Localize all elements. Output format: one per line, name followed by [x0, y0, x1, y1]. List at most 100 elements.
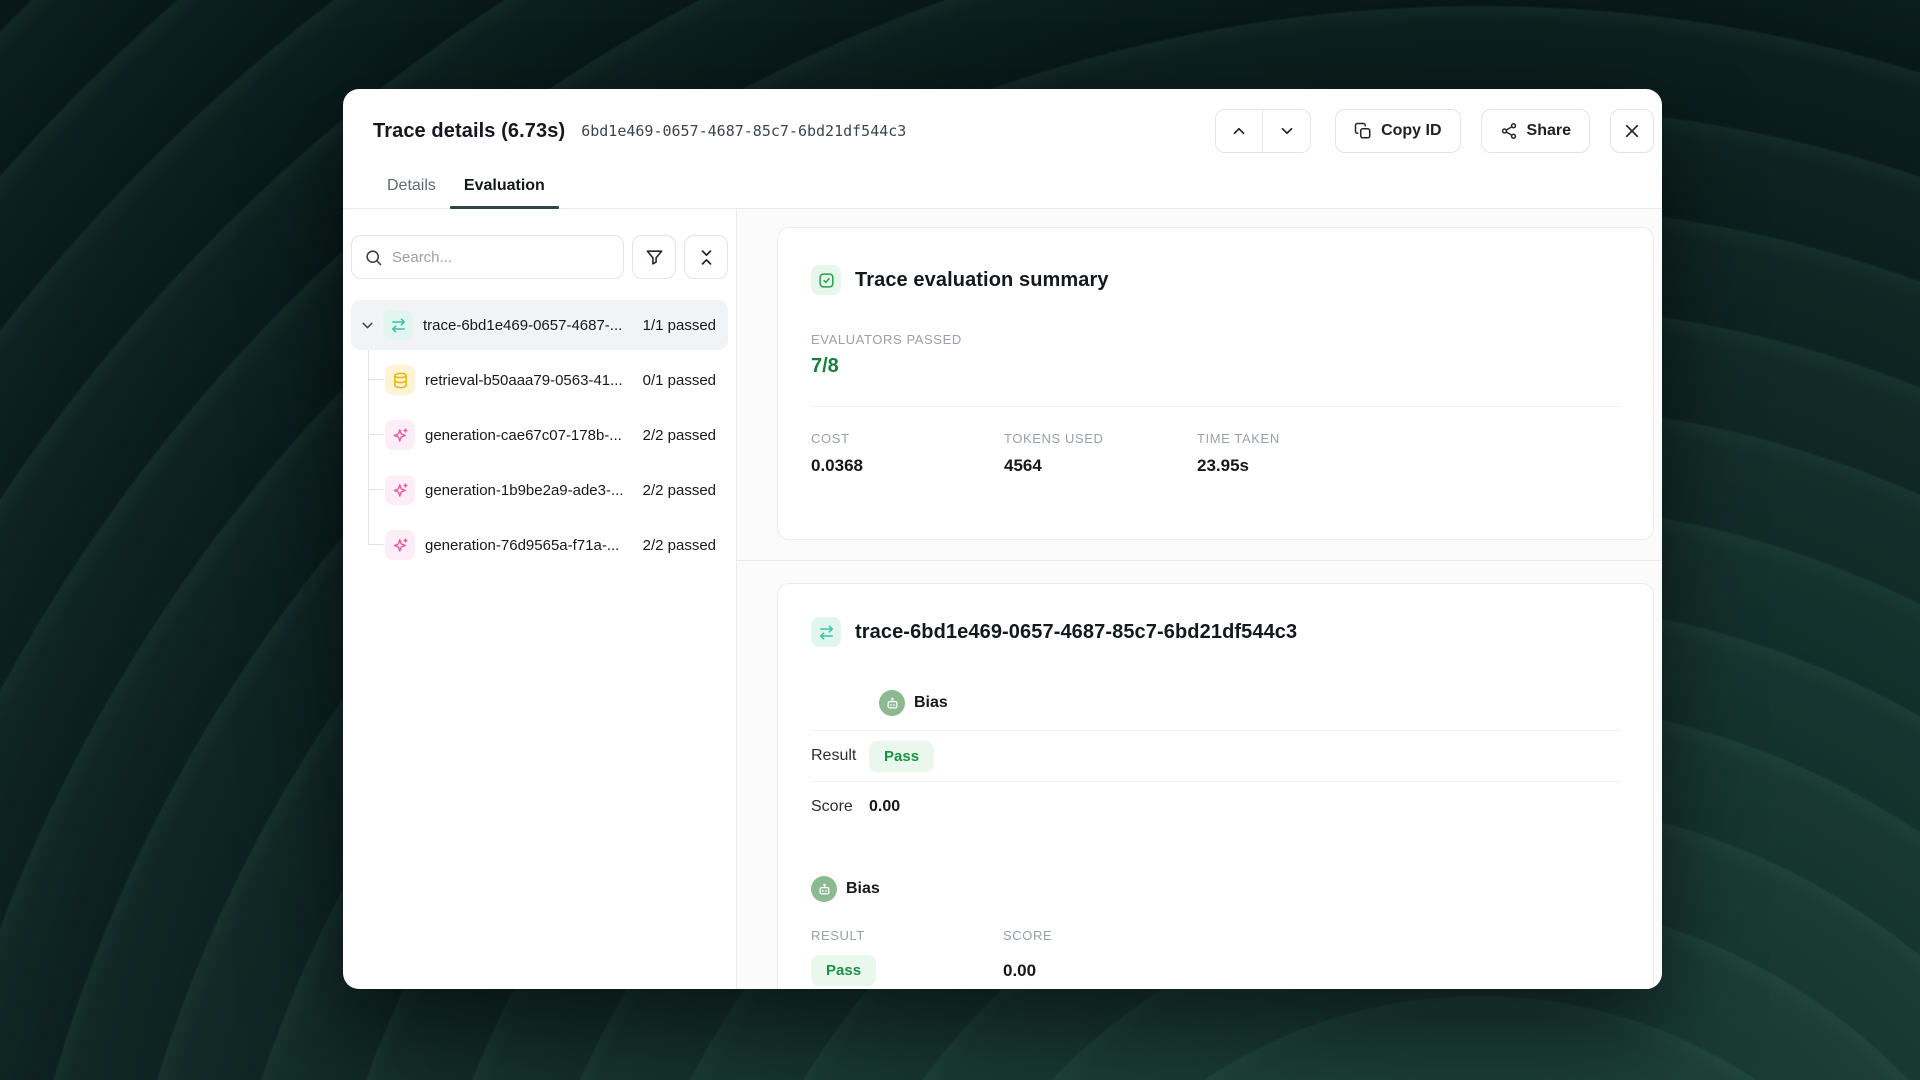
- summary-card-header: Trace evaluation summary: [811, 264, 1620, 296]
- trace-details-modal: Trace details (6.73s) 6bd1e469-0657-4687…: [343, 89, 1662, 989]
- chevron-up-icon: [1230, 122, 1248, 140]
- close-icon: [1623, 122, 1641, 140]
- chevron-down-icon: [1278, 122, 1296, 140]
- tab-details[interactable]: Details: [373, 169, 450, 208]
- evaluator-summary-values: Pass 0.00: [811, 955, 1620, 986]
- section-divider: [737, 560, 1662, 561]
- tree-node-generation-1[interactable]: generation-cae67c07-178b-... 2/2 passed: [351, 410, 728, 460]
- collapse-all-button[interactable]: [684, 235, 728, 279]
- close-button[interactable]: [1610, 109, 1654, 153]
- next-trace-button[interactable]: [1263, 110, 1310, 152]
- bot-icon: [811, 876, 837, 902]
- filter-icon: [645, 248, 664, 267]
- bot-icon: [879, 690, 905, 716]
- tree-node-status: 2/2 passed: [643, 427, 728, 444]
- tree-connector-stub: [368, 434, 383, 435]
- tree-node-name: trace-6bd1e469-0657-4687-...: [423, 317, 622, 334]
- evaluators-passed-label: EVALUATORS PASSED: [811, 332, 1620, 347]
- evaluators-passed-value: 7/8: [811, 355, 1620, 378]
- retrieval-type-icon: [385, 365, 415, 395]
- tree-node-status: 1/1 passed: [643, 317, 728, 334]
- stat-label: COST: [811, 431, 1004, 446]
- tab-evaluation[interactable]: Evaluation: [450, 169, 559, 208]
- evaluator-header: Bias: [879, 690, 1620, 716]
- header-actions: Copy ID Share: [1215, 109, 1654, 153]
- result-header: RESULT: [811, 928, 1003, 943]
- score-header: SCORE: [1003, 928, 1195, 943]
- stat-label: TOKENS USED: [1004, 431, 1197, 446]
- tree-node-name: generation-1b9be2a9-ade3-...: [425, 482, 624, 499]
- desktop-background: { "window": { "title": "Trace details (6…: [0, 0, 1920, 1080]
- trace-type-icon: [811, 617, 841, 647]
- trace-type-icon: [383, 310, 413, 340]
- stat-value: 0.0368: [811, 456, 1004, 476]
- score-label: Score: [811, 798, 869, 816]
- evaluator-name: Bias: [846, 880, 880, 898]
- tree-node-retrieval[interactable]: retrieval-b50aaa79-0563-41... 0/1 passed: [351, 355, 728, 405]
- sidebar-toolbar: [351, 235, 728, 279]
- tree-node-status: 2/2 passed: [643, 482, 728, 499]
- tree-connector-stub: [368, 379, 383, 380]
- tree-node-name: generation-76d9565a-f71a-...: [425, 537, 619, 554]
- share-button[interactable]: Share: [1481, 109, 1590, 153]
- checkbox-check-icon: [811, 265, 841, 295]
- copy-icon: [1354, 122, 1372, 140]
- modal-body: trace-6bd1e469-0657-4687-... 1/1 passed …: [343, 209, 1662, 989]
- trace-tree-sidebar: trace-6bd1e469-0657-4687-... 1/1 passed …: [343, 209, 737, 989]
- copy-id-button[interactable]: Copy ID: [1335, 109, 1460, 153]
- evaluator-name: Bias: [914, 694, 948, 712]
- result-row: Result Pass: [811, 731, 1620, 781]
- tree-node-generation-2[interactable]: generation-1b9be2a9-ade3-... 2/2 passed: [351, 465, 728, 515]
- tree-node-status: 2/2 passed: [643, 537, 728, 554]
- modal-header: Trace details (6.73s) 6bd1e469-0657-4687…: [343, 89, 1662, 155]
- trace-card-title: trace-6bd1e469-0657-4687-85c7-6bd21df544…: [855, 621, 1297, 644]
- previous-trace-button[interactable]: [1216, 110, 1263, 152]
- share-icon: [1500, 122, 1518, 140]
- summary-stats-row: COST 0.0368 TOKENS USED 4564 TIME TAKEN …: [811, 431, 1620, 476]
- filter-button[interactable]: [632, 235, 676, 279]
- score-row: Score 0.00: [811, 782, 1620, 832]
- stat-cost: COST 0.0368: [811, 431, 1004, 476]
- result-pass-badge: Pass: [869, 741, 934, 772]
- generation-type-icon: [385, 530, 415, 560]
- tree-node-status: 0/1 passed: [643, 372, 728, 389]
- search-input[interactable]: [392, 249, 611, 266]
- summary-card-title: Trace evaluation summary: [855, 269, 1109, 292]
- divider: [811, 406, 1620, 407]
- trace-id: 6bd1e469-0657-4687-85c7-6bd21df544c3: [581, 122, 906, 140]
- score-value: 0.00: [869, 798, 900, 816]
- share-label: Share: [1527, 122, 1571, 140]
- stat-label: TIME TAKEN: [1197, 431, 1390, 446]
- trace-nav-control: [1215, 109, 1311, 153]
- search-box[interactable]: [351, 235, 624, 279]
- modal-title: Trace details (6.73s): [373, 120, 565, 143]
- evaluator-summary-headers: RESULT SCORE: [811, 928, 1620, 943]
- generation-type-icon: [385, 475, 415, 505]
- chevrons-collapse-icon: [697, 248, 716, 267]
- result-cell: Pass: [811, 955, 1003, 986]
- trace-tree: trace-6bd1e469-0657-4687-... 1/1 passed …: [351, 300, 728, 570]
- stat-value: 4564: [1004, 456, 1197, 476]
- result-label: Result: [811, 747, 869, 765]
- tab-bar: Details Evaluation: [343, 169, 1662, 209]
- tree-connector-stub: [368, 544, 383, 545]
- evaluator-summary-header: Bias: [811, 876, 1620, 902]
- tree-node-generation-3[interactable]: generation-76d9565a-f71a-... 2/2 passed: [351, 520, 728, 570]
- expand-chevron-icon[interactable]: [357, 317, 377, 334]
- tree-connector-stub: [368, 489, 383, 490]
- evaluation-panel: Trace evaluation summary EVALUATORS PASS…: [737, 209, 1662, 989]
- score-cell: 0.00: [1003, 961, 1195, 981]
- copy-id-label: Copy ID: [1381, 122, 1441, 140]
- tree-node-trace[interactable]: trace-6bd1e469-0657-4687-... 1/1 passed: [351, 300, 728, 350]
- tree-node-name: generation-cae67c07-178b-...: [425, 427, 622, 444]
- stat-time-taken: TIME TAKEN 23.95s: [1197, 431, 1390, 476]
- search-icon: [364, 248, 383, 267]
- trace-evaluation-summary-card: Trace evaluation summary EVALUATORS PASS…: [777, 227, 1654, 540]
- trace-card-header: trace-6bd1e469-0657-4687-85c7-6bd21df544…: [811, 616, 1620, 648]
- stat-tokens-used: TOKENS USED 4564: [1004, 431, 1197, 476]
- stat-value: 23.95s: [1197, 456, 1390, 476]
- tree-node-name: retrieval-b50aaa79-0563-41...: [425, 372, 623, 389]
- result-pass-badge: Pass: [811, 955, 876, 986]
- generation-type-icon: [385, 420, 415, 450]
- trace-detail-card: trace-6bd1e469-0657-4687-85c7-6bd21df544…: [777, 583, 1654, 989]
